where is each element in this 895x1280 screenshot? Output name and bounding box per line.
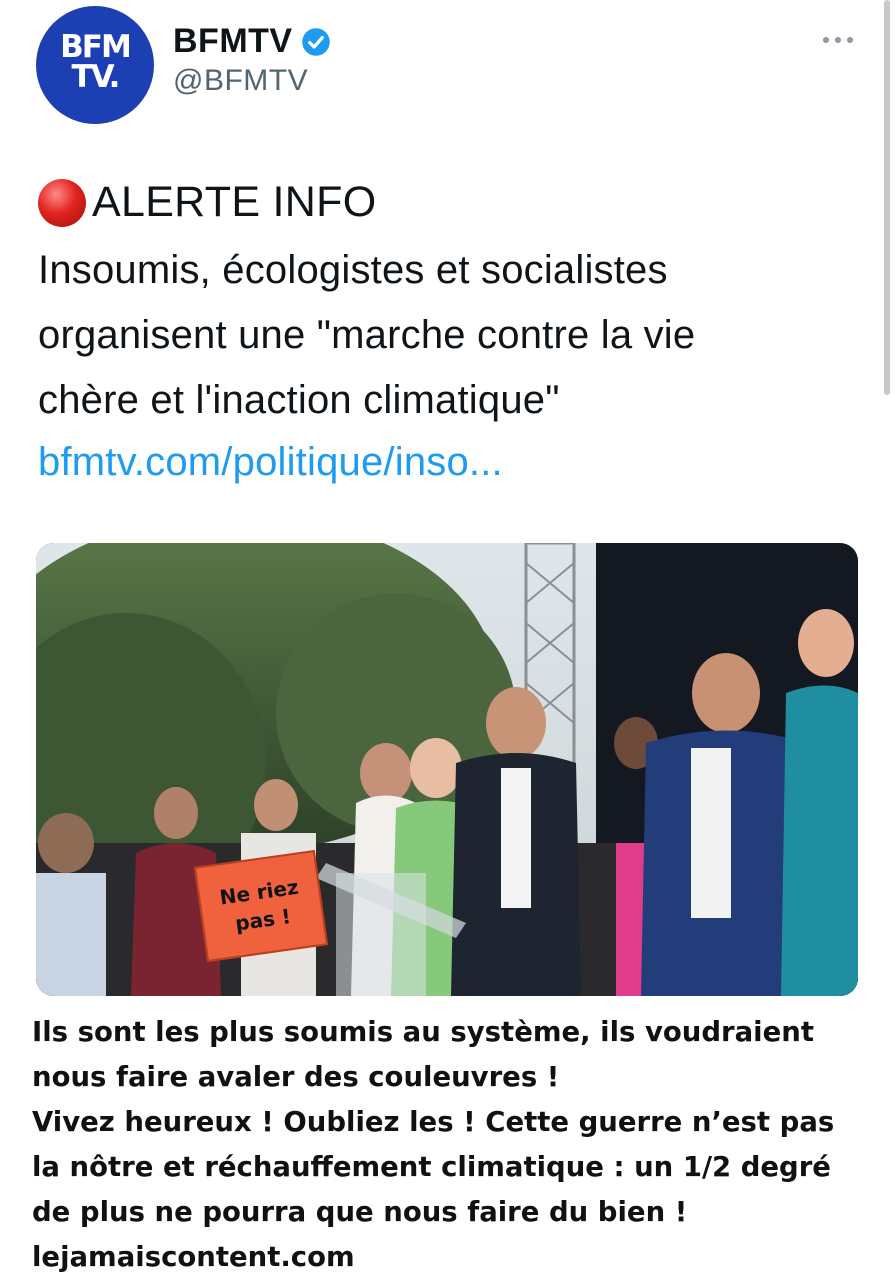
alert-label: ALERTE INFO: [92, 178, 377, 226]
red-circle-icon: [38, 178, 86, 227]
tweet-body: Insoumis, écologistes et socialistes org…: [38, 238, 878, 433]
verified-badge-icon: [301, 27, 330, 56]
tweet-photo[interactable]: [36, 543, 858, 996]
alert-heading: ALERTE INFO: [38, 178, 376, 227]
caption-line: Vivez heureux ! Oubliez les ! Cette guer…: [32, 1106, 835, 1138]
account-avatar[interactable]: BFM TV.: [36, 6, 154, 124]
tweet-body-line: Insoumis, écologistes et socialistes: [38, 248, 668, 292]
caption-line: la nôtre et réchauffement climatique : u…: [32, 1151, 831, 1183]
photo-illustration: [36, 543, 858, 996]
caption-line: nous faire avaler des couleuvres !: [32, 1061, 560, 1093]
protest-sign: Ne riez pas !: [193, 849, 329, 963]
avatar-logo: BFM TV.: [60, 29, 132, 95]
account-name-row[interactable]: BFMTV: [173, 22, 331, 61]
tweet-body-line: organisent une "marche contre la vie: [38, 313, 696, 357]
caption-line: de plus ne pourra que nous faire du bien…: [32, 1196, 688, 1228]
display-name[interactable]: BFMTV: [173, 22, 293, 61]
tweet-card: BFM TV. BFMTV @BFMTV ALERTE INFO Insoumi…: [0, 0, 895, 1280]
scrollbar[interactable]: [884, 0, 890, 395]
caption-line: lejamaiscontent.com: [32, 1241, 355, 1273]
more-options-icon[interactable]: [818, 30, 858, 50]
account-handle[interactable]: @BFMTV: [173, 64, 308, 98]
overlay-caption: Ils sont les plus soumis au système, ils…: [32, 1010, 882, 1280]
tweet-body-line: chère et l'inaction climatique": [38, 378, 560, 422]
article-link[interactable]: bfmtv.com/politique/inso...: [38, 430, 503, 495]
caption-line: Ils sont les plus soumis au système, ils…: [32, 1016, 814, 1048]
